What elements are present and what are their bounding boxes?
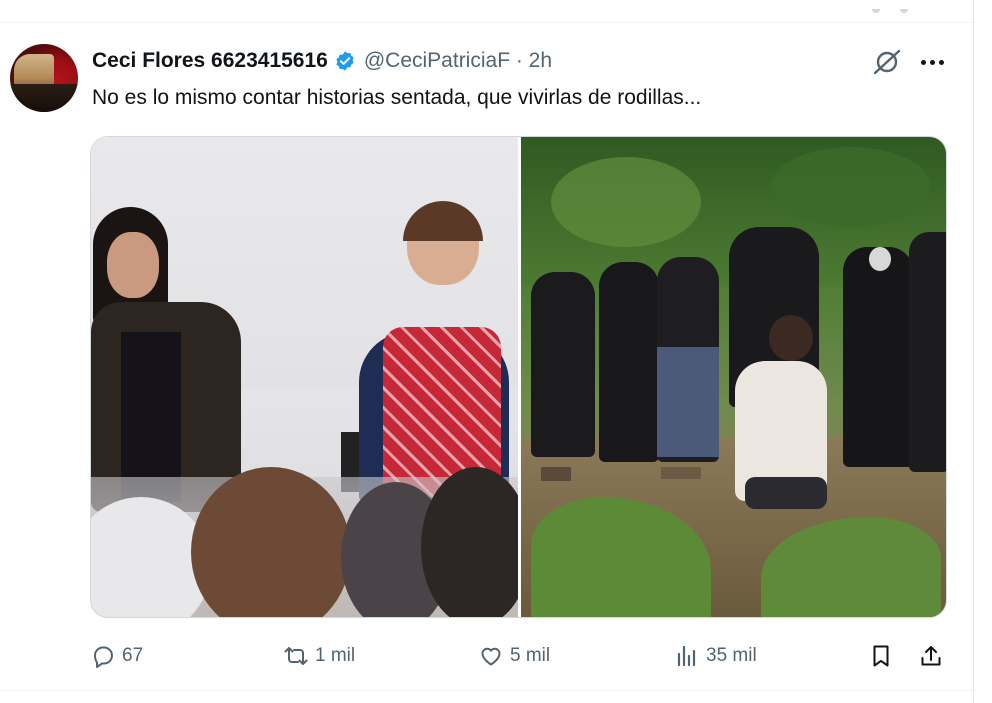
repost-icon	[284, 647, 308, 665]
verified-badge-icon	[334, 50, 356, 72]
tweet-media[interactable]	[90, 136, 947, 618]
timeline-border	[973, 0, 974, 703]
top-divider	[0, 22, 975, 23]
tweet-text: No es lo mismo contar historias sentada,…	[92, 86, 702, 109]
reply-button[interactable]: 67	[90, 640, 143, 672]
repost-button[interactable]: 1 mil	[283, 640, 355, 672]
bookmark-icon	[873, 645, 889, 667]
like-icon	[481, 647, 501, 666]
tweet-actions: 67 1 mil 5 mil 35 mil	[90, 640, 948, 672]
handle-and-time[interactable]: @CeciPatriciaF · 2h	[364, 49, 552, 73]
views-icon	[677, 645, 696, 667]
reply-icon	[94, 646, 113, 668]
tweet-header: Ceci Flores 6623415616 @CeciPatriciaF · …	[92, 46, 552, 76]
like-count: 5 mil	[510, 645, 551, 666]
previous-tweet-stub	[872, 0, 932, 13]
media-photo-right[interactable]	[521, 137, 946, 617]
reply-count: 67	[122, 645, 144, 666]
share-icon	[921, 646, 941, 666]
avatar[interactable]	[10, 44, 78, 112]
views-button[interactable]: 35 mil	[674, 640, 757, 672]
share-button[interactable]	[918, 640, 950, 672]
grok-icon[interactable]	[872, 49, 902, 75]
repost-count: 1 mil	[315, 645, 356, 666]
media-photo-left[interactable]	[91, 137, 518, 617]
like-button[interactable]: 5 mil	[478, 640, 550, 672]
views-count: 35 mil	[706, 645, 757, 666]
display-name[interactable]: Ceci Flores 6623415616	[92, 49, 328, 73]
bottom-divider	[0, 690, 975, 691]
more-icon[interactable]	[917, 49, 947, 75]
bookmark-button[interactable]	[868, 640, 900, 672]
